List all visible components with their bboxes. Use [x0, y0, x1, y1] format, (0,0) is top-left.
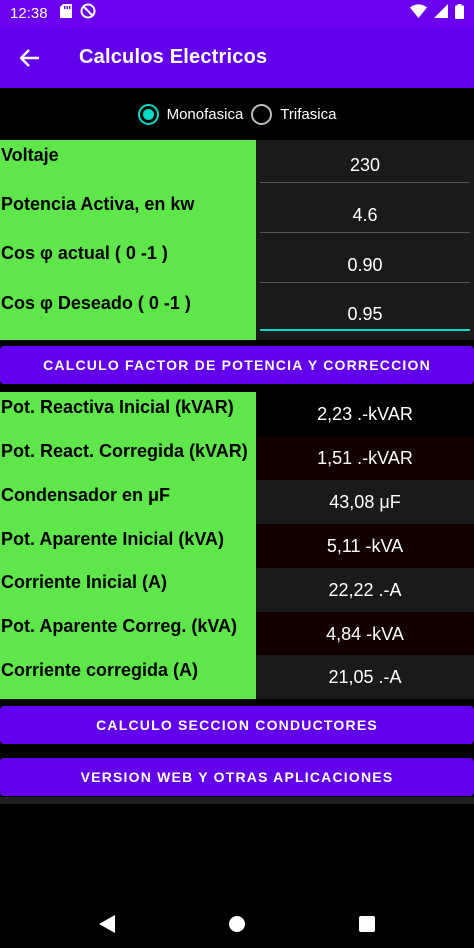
- back-button[interactable]: [0, 27, 60, 88]
- radio-unchecked-icon: [251, 103, 273, 125]
- apparent-initial-value: 5,11 -kVA: [256, 524, 474, 568]
- conductor-section-button[interactable]: CALCULO SECCION CONDUCTORES: [0, 706, 474, 744]
- reactive-corrected-value: 1,51 .-kVAR: [256, 436, 474, 480]
- voltage-field[interactable]: 230: [256, 155, 474, 176]
- cos-desired-underline: [260, 329, 470, 331]
- capacitor-value: 43,08 μF: [256, 480, 474, 524]
- reactive-corrected-label: Pot. React. Corregida (kVAR): [1, 441, 248, 461]
- voltage-underline: [260, 182, 470, 183]
- nav-home-button[interactable]: [225, 912, 249, 936]
- navigation-bar: [0, 900, 474, 948]
- phase-radio-group: Monofasica Trifasica: [0, 96, 474, 132]
- nav-recents-button[interactable]: [355, 912, 379, 936]
- cos-desired-field[interactable]: 0.95: [256, 304, 474, 325]
- reactive-initial-value: 2,23 .-kVAR: [256, 392, 474, 436]
- capacitor-label: Condensador en μF: [1, 485, 171, 505]
- radio-monofasica[interactable]: Monofasica: [137, 103, 244, 125]
- divider: [0, 797, 474, 804]
- active-power-label: Potencia Activa, en kw: [1, 194, 195, 214]
- current-corrected-value: 21,05 .-A: [256, 655, 474, 699]
- apparent-initial-label: Pot. Aparente Inicial (kVA): [1, 529, 225, 549]
- nav-back-button[interactable]: [95, 912, 119, 936]
- apparent-corrected-value: 4,84 -kVA: [256, 612, 474, 656]
- data-saver-icon: [80, 3, 96, 24]
- radio-checked-icon: [137, 103, 159, 125]
- wifi-icon: [410, 4, 427, 23]
- radio-label: Trifasica: [280, 105, 337, 123]
- results-labels-panel: Pot. Reactiva Inicial (kVAR) Pot. React.…: [0, 392, 256, 699]
- radio-label: Monofasica: [166, 105, 244, 123]
- active-power-field[interactable]: 4.6: [256, 205, 474, 226]
- current-initial-value: 22,22 .-A: [256, 568, 474, 612]
- square-recents-icon: [359, 916, 375, 932]
- current-initial-label: Corriente Inicial (A): [1, 572, 168, 592]
- page-title: Calculos Electricos: [79, 46, 268, 68]
- results-section: Pot. Reactiva Inicial (kVAR) Pot. React.…: [0, 392, 474, 699]
- web-version-button[interactable]: VERSION WEB Y OTRAS APLICACIONES: [0, 758, 474, 796]
- current-corrected-label: Corriente corregida (A): [1, 660, 199, 680]
- reactive-initial-label: Pot. Reactiva Inicial (kVAR): [1, 397, 234, 417]
- input-labels-panel: Voltaje Potencia Activa, en kw Cos φ act…: [0, 140, 256, 340]
- battery-icon: [455, 3, 464, 24]
- voltage-label: Voltaje: [1, 145, 59, 165]
- cos-actual-underline: [260, 282, 470, 283]
- active-power-underline: [260, 232, 470, 233]
- status-bar: 12:38: [0, 0, 474, 27]
- cos-actual-field[interactable]: 0.90: [256, 255, 474, 276]
- apparent-corrected-label: Pot. Aparente Correg. (kVA): [1, 616, 238, 636]
- circle-home-icon: [229, 916, 245, 932]
- signal-icon: [434, 4, 448, 23]
- input-section: Voltaje Potencia Activa, en kw Cos φ act…: [0, 140, 474, 340]
- radio-trifasica[interactable]: Trifasica: [251, 103, 337, 125]
- triangle-back-icon: [99, 915, 115, 933]
- arrow-back-icon: [20, 48, 39, 67]
- cos-actual-label: Cos φ actual ( 0 -1 ): [1, 243, 168, 263]
- cos-desired-label: Cos φ Deseado ( 0 -1 ): [1, 293, 191, 313]
- status-time: 12:38: [10, 5, 48, 22]
- power-factor-button[interactable]: CALCULO FACTOR DE POTENCIA Y CORRECCION: [0, 346, 474, 384]
- app-bar: Calculos Electricos: [0, 27, 474, 88]
- sd-card-icon: [59, 4, 72, 23]
- input-values-panel: 230 4.6 0.90 0.95: [256, 140, 474, 340]
